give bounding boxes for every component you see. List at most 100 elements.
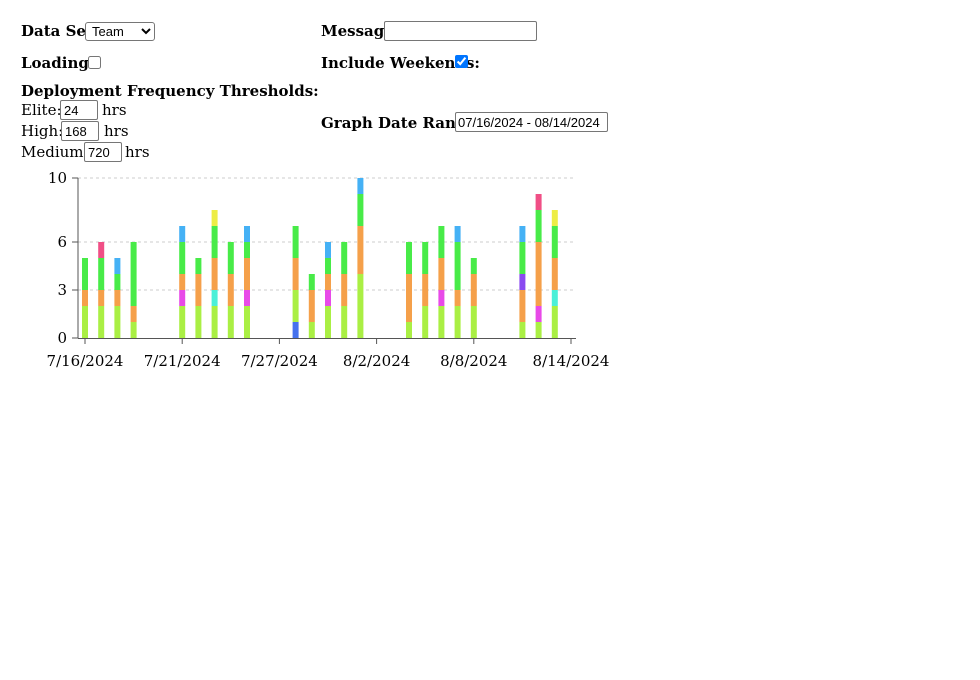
bar-segment: [535, 322, 542, 338]
bar-stack: [130, 242, 137, 338]
bar-stack: [244, 226, 250, 338]
bar-segment: [341, 306, 348, 338]
bar-segment: [551, 290, 558, 306]
bar-segment: [357, 194, 364, 226]
chart-axes: [72, 177, 576, 344]
bar-segment: [82, 258, 88, 290]
bar-segment: [519, 290, 526, 322]
bar-segment: [244, 242, 250, 258]
bar-segment: [535, 306, 542, 322]
bar-segment: [195, 306, 202, 338]
bar-segment: [535, 242, 542, 306]
bar-stack: [98, 242, 105, 338]
bar-segment: [98, 258, 105, 290]
bar-segment: [438, 306, 445, 338]
bar-segment: [292, 226, 299, 258]
bar-segment: [179, 290, 186, 306]
bar-segment: [227, 306, 234, 338]
bar-segment: [114, 274, 121, 290]
bar-stack: [357, 178, 364, 338]
bar-stack: [308, 274, 315, 338]
bar-stack: [82, 258, 88, 338]
bar-segment: [114, 290, 121, 306]
y-tick-label: 10: [48, 169, 67, 187]
bar-segment: [422, 274, 429, 306]
bar-segment: [357, 226, 364, 274]
bar-segment: [551, 226, 558, 258]
bar-stack: [438, 226, 445, 338]
bar-segment: [535, 194, 542, 210]
bar-segment: [98, 306, 105, 338]
bar-stack: [292, 226, 299, 338]
x-ticks: 7/16/2024 7/21/2024 7/27/2024 8/2/2024 8…: [47, 352, 610, 370]
bar-segment: [227, 274, 234, 306]
bar-segment: [244, 290, 250, 306]
y-tick-label: 0: [57, 329, 67, 347]
bar-stack: [551, 210, 558, 338]
bar-segment: [551, 258, 558, 290]
bar-segment: [325, 242, 331, 258]
x-tick-label: 8/14/2024: [533, 352, 610, 370]
bar-segment: [325, 290, 331, 306]
bar-stack: [519, 226, 526, 338]
bar-segment: [470, 306, 477, 338]
bar-segment: [422, 242, 429, 274]
bar-stack: [211, 210, 218, 338]
bar-segment: [195, 258, 202, 274]
bar-segment: [357, 274, 364, 338]
bar-segment: [470, 258, 477, 274]
x-tick-label: 7/27/2024: [241, 352, 318, 370]
bar-stack: [325, 242, 331, 338]
bar-segment: [454, 290, 461, 306]
bar-segment: [357, 178, 364, 194]
bar-segment: [454, 242, 461, 290]
bar-segment: [130, 306, 137, 322]
bar-segment: [292, 290, 299, 322]
bar-segment: [82, 290, 88, 306]
y-tick-label: 3: [57, 281, 67, 299]
bar-segment: [130, 322, 137, 338]
bar-segment: [308, 322, 315, 338]
bar-segment: [325, 258, 331, 274]
y-ticks: 0 3 6 10: [48, 169, 67, 347]
bar-segment: [551, 210, 558, 226]
x-tick-label: 8/2/2024: [343, 352, 410, 370]
bar-stack: [114, 258, 121, 338]
bar-segment: [454, 226, 461, 242]
bar-segment: [292, 322, 299, 338]
bar-stack: [535, 194, 542, 338]
bar-stack: [406, 242, 412, 338]
bar-segment: [211, 258, 218, 290]
x-tick-label: 7/16/2024: [47, 352, 124, 370]
bar-segment: [454, 306, 461, 338]
bar-segment: [227, 242, 234, 274]
chart-bars: [82, 178, 558, 338]
bar-segment: [130, 242, 137, 306]
bar-segment: [98, 290, 105, 306]
bar-segment: [325, 306, 331, 338]
deployment-chart: 0 3 6 10 7/16/2024 7/21/2024 7/27/2024 8…: [47, 169, 610, 370]
bar-segment: [406, 322, 412, 338]
bar-segment: [292, 258, 299, 290]
bar-segment: [406, 274, 412, 322]
bar-segment: [211, 290, 218, 306]
bar-segment: [519, 226, 526, 242]
bar-segment: [179, 306, 186, 338]
bar-segment: [195, 274, 202, 306]
bar-segment: [438, 226, 445, 258]
bar-segment: [211, 226, 218, 258]
bar-stack: [341, 242, 348, 338]
x-tick-label: 8/8/2024: [440, 352, 507, 370]
bar-stack: [470, 258, 477, 338]
bar-segment: [179, 274, 186, 290]
bar-segment: [114, 258, 121, 274]
y-tick-label: 6: [57, 233, 67, 251]
bar-segment: [422, 306, 429, 338]
bar-segment: [211, 306, 218, 338]
bar-segment: [406, 242, 412, 274]
bar-segment: [519, 274, 526, 290]
bar-segment: [244, 306, 250, 338]
bar-segment: [82, 306, 88, 338]
bar-segment: [114, 306, 121, 338]
bar-segment: [519, 242, 526, 274]
